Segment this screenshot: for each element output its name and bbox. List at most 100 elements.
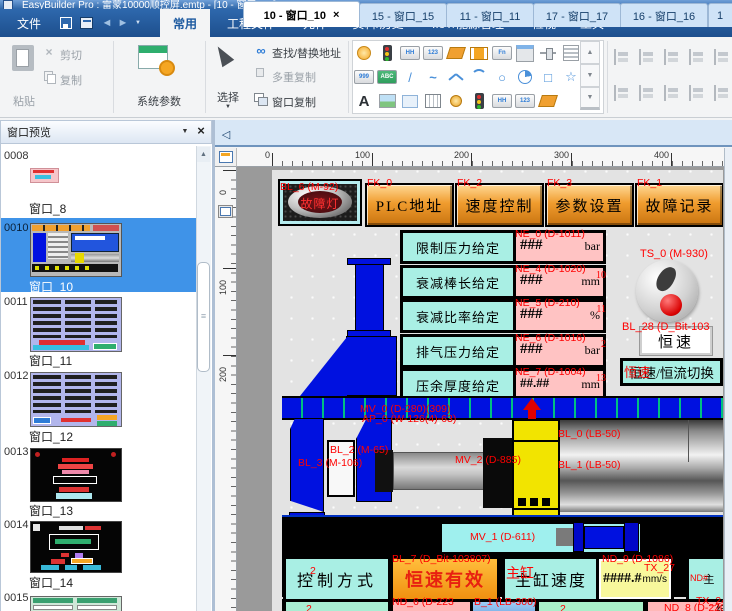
copy-icon[interactable] [44, 71, 53, 81]
control-mode-label[interactable]: 控制方式 [283, 556, 391, 602]
select-cursor-icon[interactable] [212, 43, 234, 67]
function-key-icon[interactable]: Fn [492, 42, 512, 64]
hopper-body[interactable] [346, 336, 397, 396]
main-cylinder-speed-label[interactable]: 主缸速度 [502, 556, 600, 602]
tab-close-icon[interactable]: × [333, 9, 339, 21]
window-thumbnail-13[interactable] [30, 448, 122, 502]
plain-rect-icon[interactable] [400, 90, 420, 112]
mode-switch-button[interactable]: 恒速/恒流切换 [620, 358, 723, 386]
window-item-label[interactable]: 窗口_14 [29, 574, 73, 591]
find-replace-address-button[interactable]: 查找/替换地址 [272, 45, 341, 61]
compile-icon[interactable] [80, 17, 93, 29]
rectangle-icon[interactable]: □ [538, 66, 558, 88]
system-parameters-button[interactable]: 系统参数 [116, 93, 202, 109]
tab-scroll-left-icon[interactable]: ◁ [219, 126, 233, 142]
picture-icon[interactable] [377, 90, 397, 112]
arc-icon[interactable] [469, 66, 489, 88]
scrollbar-up-arrow[interactable]: ▲ [197, 147, 210, 162]
same-size-icon[interactable] [712, 85, 732, 101]
lamp-icon[interactable] [354, 42, 374, 64]
cut-icon[interactable]: × [42, 45, 56, 59]
address-tag-icon[interactable] [446, 42, 466, 64]
window-thumbnail-10[interactable] [30, 223, 122, 277]
window-thumbnail-12[interactable] [30, 372, 122, 427]
line-icon[interactable]: / [400, 66, 420, 88]
dual-state-icon[interactable] [469, 42, 489, 64]
multi-copy-button[interactable]: 多重复制 [272, 69, 316, 85]
polyline-icon[interactable] [446, 66, 466, 88]
sidebar-scrollbar[interactable] [196, 146, 211, 611]
fault-lamp-frame[interactable]: 故障灯 [278, 179, 362, 226]
file-menu[interactable]: 文件 [6, 9, 52, 37]
pusher-block[interactable] [483, 438, 512, 508]
press-window[interactable] [327, 440, 355, 497]
distribute-v-icon[interactable] [637, 85, 657, 101]
conveyor-belt[interactable] [282, 396, 723, 420]
parameter-setting-button[interactable]: 参数设置 [545, 183, 634, 227]
doc-tab-partial[interactable]: 1 [708, 3, 732, 27]
pie-icon[interactable] [515, 66, 535, 88]
hopper-column[interactable] [355, 264, 384, 331]
hopper-ramp[interactable] [300, 337, 347, 396]
window-item-label[interactable]: 窗口_10 [29, 278, 73, 295]
window-item-label[interactable]: 窗口_13 [29, 502, 73, 519]
same-width-icon[interactable] [662, 85, 682, 101]
save-icon[interactable] [60, 17, 72, 29]
speed-control-button[interactable]: 速度控制 [455, 183, 544, 227]
numeric-display-icon[interactable]: 123 [423, 42, 443, 64]
window-thumbnail-15[interactable] [30, 596, 122, 611]
text-icon[interactable]: A [354, 90, 374, 112]
window-item-label[interactable]: 窗口_12 [29, 428, 73, 445]
main-cylinder-speed-value[interactable]: ####.# mm/s [596, 556, 674, 602]
param-label-decay-ratio[interactable]: 衰减比率给定 [400, 299, 516, 333]
rod-end-cap[interactable] [375, 450, 393, 492]
panel-dropdown-icon[interactable]: ▼ [178, 124, 192, 138]
row1-partial-box[interactable]: 主 [686, 556, 723, 602]
align-right-icon[interactable] [662, 49, 682, 65]
extrusion-time-label[interactable]: 挤压时间 [536, 599, 646, 611]
rod-count-label[interactable]: 挤出棒数 [283, 599, 391, 611]
window-thumbnail-11[interactable] [30, 297, 122, 352]
param-label-limit-pressure[interactable]: 限制压力给定 [400, 230, 516, 264]
align-center-icon[interactable] [637, 49, 657, 65]
ascii-button-icon[interactable]: ABC [377, 66, 397, 88]
copy-button[interactable]: 复制 [60, 72, 82, 88]
panel-close-icon[interactable]: × [194, 122, 208, 138]
canvas-scrollbar[interactable] [724, 148, 732, 611]
extrusion-time-value[interactable]: #### S [645, 599, 723, 611]
redo-icon[interactable]: ► [116, 15, 130, 31]
doc-tab-window-10[interactable]: 10 - 窗口_10 × [243, 1, 360, 27]
circle-icon[interactable]: ○ [492, 66, 512, 88]
window-thumbnail-14[interactable] [30, 521, 122, 573]
doc-tab-window-16[interactable]: 16 - 窗口_16 [620, 3, 708, 27]
item-list-icon[interactable] [561, 42, 581, 64]
doc-tab-window-15[interactable]: 15 - 窗口_15 [359, 3, 447, 27]
small-cylinder-cap-left[interactable] [573, 522, 584, 552]
param-value-decay-ratio[interactable]: ### % 11 [513, 299, 606, 333]
rod-count-value[interactable]: ### [390, 599, 473, 611]
qat-dropdown-icon[interactable]: ▼ [133, 18, 143, 28]
select-dropdown-icon[interactable]: ▼ [222, 103, 234, 111]
toggle-switch-knob[interactable] [636, 260, 698, 322]
meter-button-icon[interactable]: HH [400, 42, 420, 64]
param-label-exhaust-pressure[interactable]: 排气压力给定 [400, 334, 516, 368]
address-tag2-icon[interactable] [538, 90, 558, 112]
align-top-icon[interactable] [687, 49, 707, 65]
traffic-light2-icon[interactable] [469, 90, 489, 112]
small-cylinder-cap-right[interactable] [624, 522, 639, 552]
wave-icon[interactable]: ~ [423, 66, 443, 88]
paste-button[interactable]: 粘贴 [8, 93, 40, 109]
clear-button[interactable]: 清零 [470, 599, 538, 611]
small-cylinder-body[interactable] [584, 526, 624, 549]
ruler-origin-icon[interactable] [218, 205, 233, 218]
param-value-decay-rod-length[interactable]: ### mm 10 [513, 265, 606, 299]
doc-tab-window-11[interactable]: 11 - 窗口_11 [446, 3, 534, 27]
distribute-h-icon[interactable] [612, 85, 632, 101]
meter-button2-icon[interactable]: HH [492, 90, 512, 112]
tab-home[interactable]: 常用 [160, 9, 210, 37]
ram-block[interactable] [512, 419, 560, 522]
window-item-label[interactable]: 窗口_11 [29, 352, 72, 369]
table-icon[interactable] [423, 90, 443, 112]
main-cylinder[interactable] [560, 420, 723, 512]
param-label-decay-rod-length[interactable]: 衰减棒长给定 [400, 265, 516, 299]
